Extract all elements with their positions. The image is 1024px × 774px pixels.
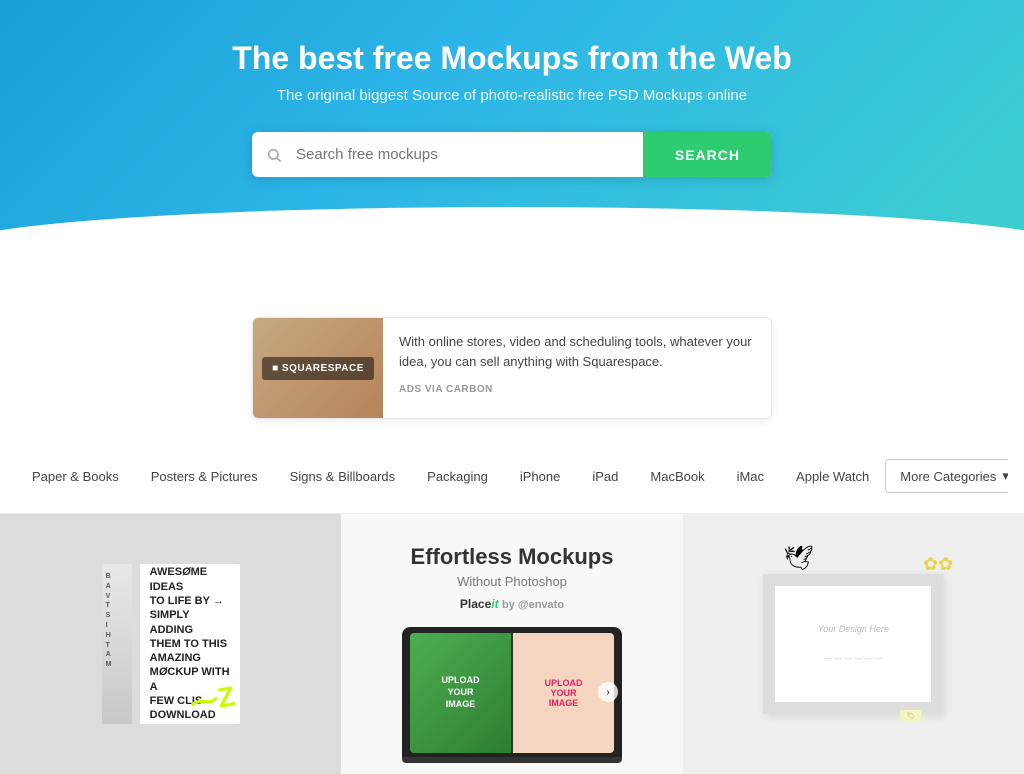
category-packaging[interactable]: Packaging	[411, 461, 504, 492]
placeit-logo: Placeit by @envato	[460, 597, 564, 611]
screen-left-label: UPLOADYOURIMAGE	[441, 675, 479, 710]
frame-wrapper: 🕊 ✿✿ Your Design Here — — — — — — 🏷	[763, 574, 943, 714]
category-iphone[interactable]: iPhone	[504, 461, 576, 492]
card-placeit[interactable]: Effortless Mockups Without Photoshop Pla…	[341, 514, 682, 774]
search-button[interactable]: SEARCH	[643, 132, 772, 177]
ad-text: With online stores, video and scheduling…	[399, 332, 755, 371]
book-spine: BAVTSIHTAM	[102, 564, 132, 724]
category-macbook[interactable]: MacBook	[634, 461, 720, 492]
ad-content: With online stores, video and scheduling…	[383, 318, 771, 418]
card-book-mockup: BAVTSIHTAM BRING YOURAWESØME IDEASTO LIF…	[0, 514, 341, 774]
cards-section: BAVTSIHTAM BRING YOURAWESØME IDEASTO LIF…	[0, 514, 1024, 774]
flowers-icon: ✿✿	[923, 554, 953, 575]
categories-section: Paper & Books Posters & Pictures Signs &…	[0, 439, 1024, 514]
chevron-down-icon: ▾	[1002, 468, 1008, 484]
frame-tag: 🏷	[900, 710, 921, 722]
categories-bar: Paper & Books Posters & Pictures Signs &…	[16, 459, 1008, 493]
placeit-title: Effortless Mockups	[411, 544, 614, 570]
search-icon	[252, 132, 296, 177]
book-body: BRING YOURAWESØME IDEASTO LIFE BY →SIMPL…	[140, 564, 240, 724]
frame-inner-text: Your Design Here — — — — — —	[818, 622, 889, 666]
hero-title: The best free Mockups from the Web	[20, 40, 1004, 77]
card-frame-mockup: 🕊 ✿✿ Your Design Here — — — — — — 🏷	[683, 514, 1024, 774]
ad-image: ■ SQUARESPACE	[253, 318, 383, 418]
category-posters-pictures[interactable]: Posters & Pictures	[135, 461, 274, 492]
laptop-mockup: UPLOADYOURIMAGE UPLOADYOURIMAGE ›	[402, 627, 622, 757]
laptop-base	[402, 757, 622, 763]
hero-section: The best free Mockups from the Web The o…	[0, 0, 1024, 257]
hero-subtitle: The original biggest Source of photo-rea…	[20, 87, 1004, 104]
bird-icon: 🕊	[783, 544, 813, 573]
squarespace-logo: ■ SQUARESPACE	[262, 357, 374, 380]
book-mockup: BAVTSIHTAM BRING YOURAWESØME IDEASTO LIF…	[102, 564, 240, 724]
more-categories-button[interactable]: More Categories ▾	[885, 459, 1008, 493]
laptop-screen: UPLOADYOURIMAGE UPLOADYOURIMAGE	[410, 633, 614, 753]
screen-left: UPLOADYOURIMAGE	[410, 633, 511, 753]
laptop-wrapper: UPLOADYOURIMAGE UPLOADYOURIMAGE ›	[402, 627, 622, 763]
frame-mockup: Your Design Here — — — — — — 🏷	[763, 574, 943, 714]
search-input[interactable]	[296, 132, 643, 177]
category-apple-watch[interactable]: Apple Watch	[780, 461, 885, 492]
search-bar: SEARCH	[252, 132, 772, 177]
category-paper-books[interactable]: Paper & Books	[16, 461, 135, 492]
ad-section: ■ SQUARESPACE With online stores, video …	[0, 257, 1024, 439]
ad-via: ADS VIA CARBON	[399, 384, 493, 395]
category-imac[interactable]: iMac	[721, 461, 780, 492]
placeit-subtitle: Without Photoshop	[457, 574, 567, 589]
next-button[interactable]: ›	[598, 682, 618, 702]
category-signs-billboards[interactable]: Signs & Billboards	[274, 461, 412, 492]
ad-card[interactable]: ■ SQUARESPACE With online stores, video …	[252, 317, 772, 419]
category-ipad[interactable]: iPad	[576, 461, 634, 492]
